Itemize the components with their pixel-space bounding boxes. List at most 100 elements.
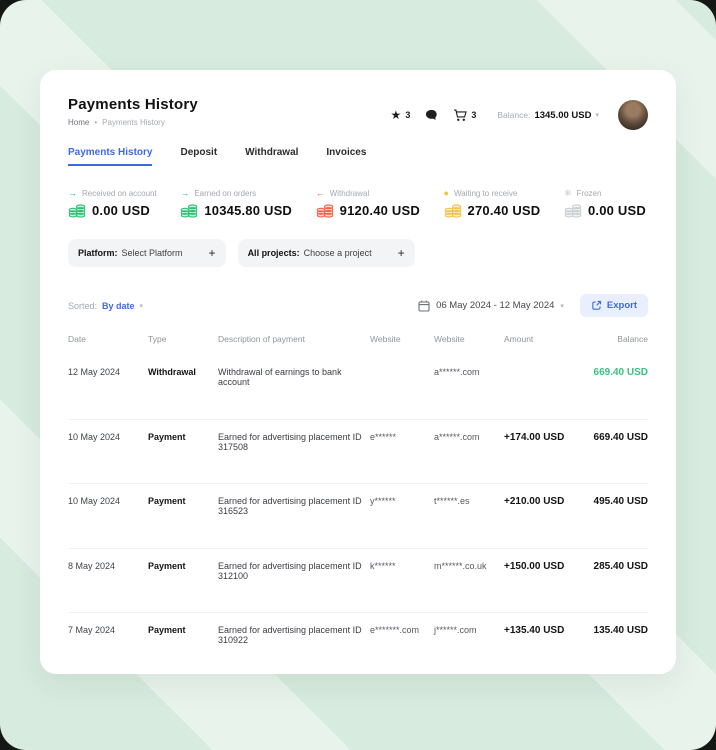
avatar[interactable]	[618, 100, 648, 130]
page-title: Payments History	[68, 96, 198, 113]
cell-website2: m******.co.uk	[434, 561, 504, 571]
header-meta: ★ 3 3 Balance:	[391, 100, 648, 130]
stat-value: 10345.80 USD	[204, 203, 292, 218]
filter-value: Select Platform	[122, 248, 183, 258]
cell-amount: +174.00 USD	[504, 432, 592, 443]
column-header-website2: Website	[434, 334, 504, 344]
filter-value: Choose a project	[304, 248, 372, 258]
stat-value: 0.00 USD	[92, 203, 150, 218]
cell-amount: +210.00 USD	[504, 496, 592, 507]
plus-icon: +	[398, 246, 405, 260]
star-icon: ★	[391, 109, 402, 121]
sort-control: Sorted: By date ▾	[68, 301, 143, 311]
cell-website2: j******.com	[434, 625, 504, 635]
stat-value: 9120.40 USD	[340, 203, 420, 218]
cell-amount: +150.00 USD	[504, 561, 592, 572]
sorted-label: Sorted:	[68, 301, 97, 311]
column-header-balance: Balance	[592, 334, 648, 344]
cell-type: Payment	[148, 496, 218, 506]
cart-button[interactable]: 3	[453, 109, 476, 122]
table-toolbar: Sorted: By date ▾ 06 May 2024 - 12 May 2…	[68, 294, 648, 317]
stat-label: Withdrawal	[330, 189, 370, 198]
projects-filter[interactable]: All projects: Choose a project +	[238, 239, 415, 267]
breadcrumb-separator: •	[94, 118, 97, 127]
cell-date: 10 May 2024	[68, 496, 148, 506]
date-range-picker[interactable]: 06 May 2024 - 12 May 2024 ▾	[418, 300, 564, 312]
table-header: Date Type Description of payment Website…	[68, 334, 648, 355]
cell-website1: e******	[370, 432, 434, 442]
tab-payments-history[interactable]: Payments History	[68, 147, 152, 166]
export-icon	[591, 300, 602, 311]
cell-description: Earned for advertising placement ID 3109…	[218, 625, 370, 645]
arrow-right-icon: →	[68, 189, 77, 198]
stat-label: Received on account	[82, 189, 157, 198]
tab-withdrawal[interactable]: Withdrawal	[245, 147, 298, 166]
chevron-down-icon: ▾	[560, 302, 564, 310]
stat-withdrawal: ← Withdrawal 9120.40 USD	[316, 189, 420, 218]
title-block: Payments History Home • Payments History	[68, 96, 198, 127]
cell-website2: a******.com	[434, 432, 504, 442]
balance-menu[interactable]: Balance: 1345.00 USD ▾	[497, 110, 599, 121]
filters-row: Platform: Select Platform + All projects…	[68, 239, 648, 267]
messages-button[interactable]	[425, 109, 438, 121]
stat-label: Earned on orders	[194, 189, 256, 198]
cell-type: Withdrawal	[148, 367, 218, 377]
coins-icon	[444, 203, 462, 218]
export-label: Export	[607, 300, 637, 311]
stat-frozen: ❄ Frozen 0.00 USD	[564, 189, 646, 218]
cell-date: 12 May 2024	[68, 367, 148, 377]
filter-label: All projects:	[248, 248, 300, 258]
arrow-right-icon: →	[180, 189, 189, 198]
table-row[interactable]: 8 May 2024 Payment Earned for advertisin…	[68, 549, 648, 614]
table-row[interactable]: 12 May 2024 Withdrawal Withdrawal of ear…	[68, 355, 648, 420]
cell-balance: 495.40 USD	[592, 496, 648, 507]
cell-website1: e*******.com	[370, 625, 434, 635]
stat-received: → Received on account 0.00 USD	[68, 189, 157, 218]
tab-invoices[interactable]: Invoices	[326, 147, 366, 166]
cell-balance: 135.40 USD	[592, 625, 648, 636]
payments-card: Payments History Home • Payments History…	[40, 70, 676, 674]
stat-earned: → Earned on orders 10345.80 USD	[180, 189, 292, 218]
cell-website2: a******.com	[434, 367, 504, 377]
cart-count: 3	[471, 110, 476, 120]
cell-date: 7 May 2024	[68, 625, 148, 635]
column-header-description: Description of payment	[218, 334, 370, 344]
table-row[interactable]: 7 May 2024 Payment Earned for advertisin…	[68, 613, 648, 678]
tab-deposit[interactable]: Deposit	[180, 147, 217, 166]
favorites-button[interactable]: ★ 3	[391, 109, 411, 121]
calendar-icon	[418, 300, 430, 312]
stat-waiting: ● Waiting to receive 270.40 USD	[444, 189, 541, 218]
table-row[interactable]: 10 May 2024 Payment Earned for advertisi…	[68, 484, 648, 549]
cell-type: Payment	[148, 432, 218, 442]
coins-icon	[564, 203, 582, 218]
filter-label: Platform:	[78, 248, 118, 258]
breadcrumb-home-link[interactable]: Home	[68, 118, 89, 127]
cell-website1: y******	[370, 496, 434, 506]
page-background: Payments History Home • Payments History…	[0, 0, 716, 750]
payments-table: Date Type Description of payment Website…	[68, 334, 648, 678]
stat-value: 270.40 USD	[468, 203, 541, 218]
plus-icon: +	[209, 246, 216, 260]
cell-balance: 669.40 USD	[592, 367, 648, 378]
breadcrumb-current: Payments History	[102, 118, 165, 127]
cell-description: Withdrawal of earnings to bank account	[218, 367, 370, 387]
coins-icon	[316, 203, 334, 218]
cell-description: Earned for advertising placement ID 3175…	[218, 432, 370, 452]
balance-value: 1345.00 USD	[534, 110, 591, 121]
stat-label: Waiting to receive	[454, 189, 517, 198]
breadcrumb: Home • Payments History	[68, 118, 198, 127]
cell-type: Payment	[148, 561, 218, 571]
snowflake-icon: ❄	[564, 189, 572, 198]
sort-by-date-dropdown[interactable]: By date	[102, 301, 135, 311]
stat-value: 0.00 USD	[588, 203, 646, 218]
table-row[interactable]: 10 May 2024 Payment Earned for advertisi…	[68, 420, 648, 485]
column-header-type: Type	[148, 334, 218, 344]
cell-balance: 669.40 USD	[592, 432, 648, 443]
coins-icon	[180, 203, 198, 218]
column-header-amount: Amount	[504, 334, 592, 344]
card-header: Payments History Home • Payments History…	[68, 96, 648, 130]
export-button[interactable]: Export	[580, 294, 648, 317]
platform-filter[interactable]: Platform: Select Platform +	[68, 239, 226, 267]
tab-bar: Payments History Deposit Withdrawal Invo…	[68, 147, 648, 166]
column-header-date: Date	[68, 334, 148, 344]
